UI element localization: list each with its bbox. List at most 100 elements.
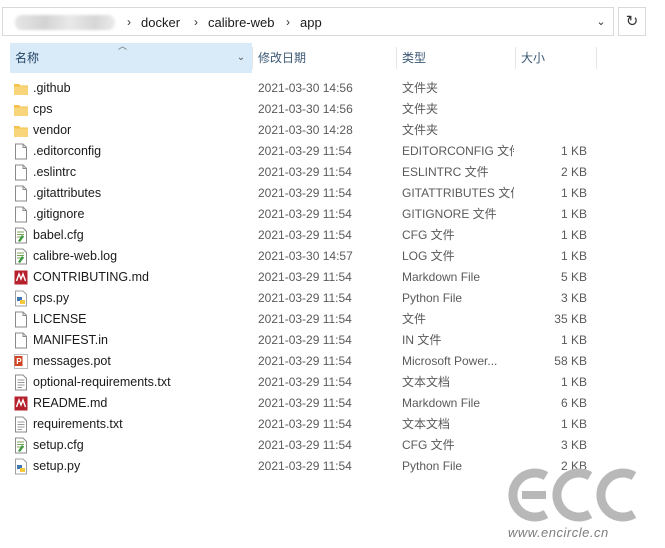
breadcrumb-calibre-web[interactable]: calibre-web [208, 14, 274, 31]
file-type: Markdown File [402, 396, 481, 410]
file-date: 2021-03-29 11:54 [258, 186, 352, 200]
file-row[interactable]: .gitignore 2021-03-29 11:54 GITIGNORE 文件 1 … [10, 204, 600, 225]
ecc-logo-icon [508, 468, 637, 522]
file-row[interactable]: CONTRIBUTING.md 2021-03-29 11:54 Markdown … [10, 267, 600, 288]
file-date: 2021-03-29 11:54 [258, 396, 352, 410]
file-row[interactable]: babel.cfg 2021-03-29 11:54 CFG 文件 1 KB [10, 225, 600, 246]
breadcrumb-docker[interactable]: docker [141, 14, 180, 31]
file-size: 1 KB [560, 375, 587, 389]
powerpoint-file-icon: P [14, 353, 28, 370]
file-type: 文本文档 [402, 375, 451, 389]
file-size: 5 KB [560, 270, 587, 284]
file-type: GITATTRIBUTES 文件 [402, 186, 514, 200]
breadcrumb-app[interactable]: app [300, 14, 322, 31]
file-date: 2021-03-29 11:54 [258, 228, 352, 242]
file-size: 1 KB [560, 417, 587, 431]
file-type: Microsoft Power... [402, 354, 498, 368]
file-type: Markdown File [402, 270, 481, 284]
file-row[interactable]: cps.py 2021-03-29 11:54 Python File 3 KB [10, 288, 600, 309]
file-name[interactable]: setup.py [33, 456, 80, 477]
file-size: 3 KB [560, 438, 587, 452]
file-date: 2021-03-29 11:54 [258, 438, 352, 452]
file-row[interactable]: .gitattributes 2021-03-29 11:54 GITATTRIBU… [10, 183, 600, 204]
file-size [516, 120, 587, 141]
file-date: 2021-03-29 11:54 [258, 417, 352, 431]
file-size: 3 KB [560, 291, 587, 305]
sort-ascending-icon: ︿ [118, 41, 128, 51]
folder-icon [14, 122, 28, 139]
file-row[interactable]: setup.cfg 2021-03-29 11:54 CFG 文件 3 KB [10, 435, 600, 456]
file-row[interactable]: cps 2021-03-30 14:56 文件夹 [10, 99, 600, 120]
file-icon [14, 206, 28, 223]
refresh-button[interactable]: ↻ [618, 7, 646, 36]
file-date: 2021-03-29 11:54 [258, 207, 352, 221]
file-name[interactable]: CONTRIBUTING.md [33, 267, 149, 288]
file-date: 2021-03-30 14:28 [258, 123, 353, 137]
file-name[interactable]: .eslintrc [33, 162, 76, 183]
file-row[interactable]: vendor 2021-03-30 14:28 文件夹 [10, 120, 600, 141]
file-row[interactable]: LICENSE 2021-03-29 11:54 文件 35 KB [10, 309, 600, 330]
file-name[interactable]: README.md [33, 393, 107, 414]
folder-icon [14, 80, 28, 97]
file-date: 2021-03-29 11:54 [258, 165, 352, 179]
file-name[interactable]: setup.cfg [33, 435, 84, 456]
file-name[interactable]: LICENSE [33, 309, 87, 330]
file-name[interactable]: .gitignore [33, 204, 84, 225]
address-input[interactable]: › docker › calibre-web › app ⌄ [2, 7, 614, 36]
config-file-icon [14, 227, 28, 244]
file-type: 文件 [402, 312, 427, 326]
file-name[interactable]: .gitattributes [33, 183, 101, 204]
file-name[interactable]: MANIFEST.in [33, 330, 108, 351]
file-row[interactable]: .eslintrc 2021-03-29 11:54 ESLINTRC 文件 2 KB [10, 162, 600, 183]
file-date: 2021-03-30 14:56 [258, 102, 353, 116]
file-row[interactable]: MANIFEST.in 2021-03-29 11:54 IN 文件 1 KB [10, 330, 600, 351]
file-name[interactable]: requirements.txt [33, 414, 123, 435]
markdown-file-icon [14, 395, 28, 412]
column-header-date[interactable]: 修改日期 [253, 43, 396, 73]
chevron-down-icon[interactable]: ⌄ [593, 14, 609, 31]
file-size [516, 99, 587, 120]
file-size: 1 KB [560, 249, 587, 263]
column-header-size[interactable]: 大小 [516, 43, 596, 73]
file-name[interactable]: .editorconfig [33, 141, 101, 162]
file-name[interactable]: cps.py [33, 288, 69, 309]
chevron-right-icon[interactable]: › [127, 14, 131, 31]
file-name[interactable]: optional-requirements.txt [33, 372, 171, 393]
file-size: 1 KB [560, 228, 587, 242]
file-row[interactable]: requirements.txt 2021-03-29 11:54 文本文档 1 KB [10, 414, 600, 435]
file-row[interactable]: .editorconfig 2021-03-29 11:54 EDITORCONFI… [10, 141, 600, 162]
file-name[interactable]: calibre-web.log [33, 246, 117, 267]
file-name[interactable]: messages.pot [33, 351, 111, 372]
file-date: 2021-03-29 11:54 [258, 312, 352, 326]
file-icon [14, 185, 28, 202]
markdown-file-icon [14, 269, 28, 286]
file-type: 文件夹 [402, 81, 439, 95]
file-row[interactable]: .github 2021-03-30 14:56 文件夹 [10, 78, 600, 99]
file-size: 58 KB [554, 354, 587, 368]
file-name[interactable]: cps [33, 99, 52, 120]
file-type: 文件夹 [402, 123, 439, 137]
file-name[interactable]: vendor [33, 120, 71, 141]
file-name[interactable]: .github [33, 78, 71, 99]
blurred-path-segment [15, 15, 115, 30]
file-type: 文件夹 [402, 102, 439, 116]
file-row[interactable]: optional-requirements.txt 2021-03-29 11:5… [10, 372, 600, 393]
column-header-name[interactable]: 名称 ︿ ⌄ [10, 41, 252, 73]
file-size: 6 KB [560, 396, 587, 410]
file-icon [14, 311, 28, 328]
column-header-type[interactable]: 类型 [397, 43, 515, 73]
file-date: 2021-03-29 11:54 [258, 333, 352, 347]
file-icon [14, 332, 28, 349]
chevron-right-icon[interactable]: › [286, 14, 290, 31]
file-date: 2021-03-29 11:54 [258, 291, 352, 305]
file-size: 1 KB [560, 333, 587, 347]
file-row[interactable]: calibre-web.log 2021-03-30 14:57 LOG 文件 1 K… [10, 246, 600, 267]
chevron-down-icon[interactable]: ⌄ [234, 43, 248, 73]
column-divider[interactable] [596, 47, 597, 69]
file-type: Python File [402, 459, 463, 473]
chevron-right-icon[interactable]: › [194, 14, 198, 31]
file-row[interactable]: Pmessages.pot 2021-03-29 11:54 Microsoft P… [10, 351, 600, 372]
file-name[interactable]: babel.cfg [33, 225, 84, 246]
file-type: CFG 文件 [402, 438, 455, 452]
file-row[interactable]: README.md 2021-03-29 11:54 Markdown File 6 … [10, 393, 600, 414]
